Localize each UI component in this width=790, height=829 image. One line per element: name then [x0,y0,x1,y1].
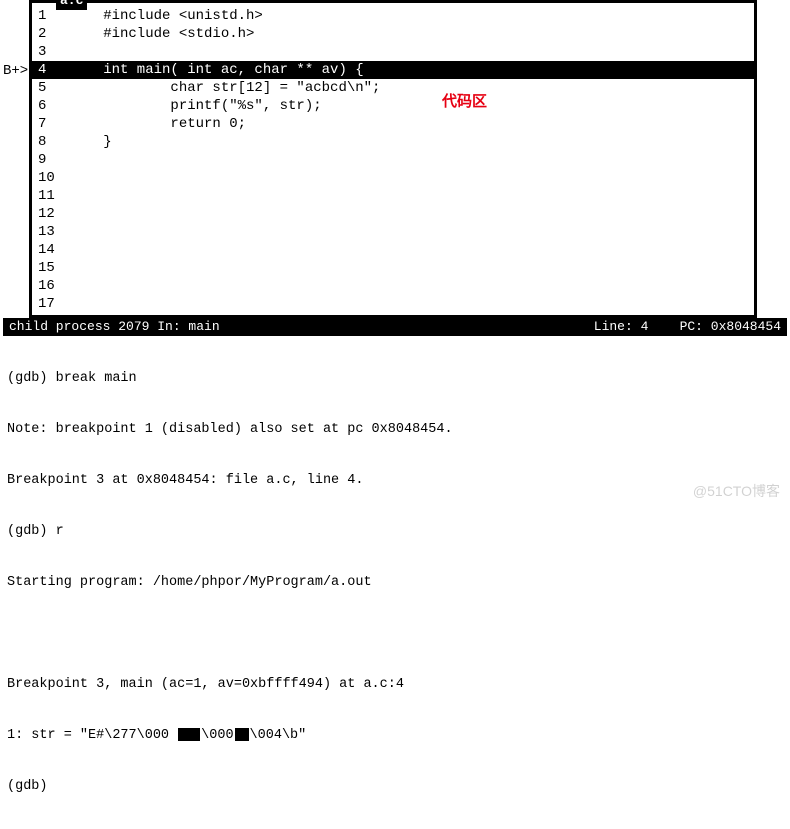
gdb-console[interactable]: (gdb) break main Note: breakpoint 1 (dis… [3,336,787,829]
console-line: (gdb) r [7,523,783,540]
annotation-code-area: 代码区 [442,93,487,111]
code-line: 16 [32,277,754,295]
console-line: 1: str = "E#\277\000 \000\004\b" [7,727,783,744]
console-line: Breakpoint 3, main (ac=1, av=0xbffff494)… [7,676,783,693]
source-code-pane: a.c 1 #include <unistd.h> 2 #include <st… [29,0,757,318]
console-line: (gdb) break main [7,370,783,387]
status-bar: child process 2079 In: main Line: 4 PC: … [3,318,787,336]
code-line: 9 [32,151,754,169]
code-line: 3 [32,43,754,61]
watermark: @51CTO博客 [693,482,780,500]
code-line-current: 4 int main( int ac, char ** av) { [32,61,754,79]
code-line: 11 [32,187,754,205]
code-line: 6 printf("%s", str); [32,97,754,115]
source-filename: a.c [56,0,87,10]
status-process: child process 2079 In: main [9,318,594,336]
console-line: Starting program: /home/phpor/MyProgram/… [7,574,783,591]
code-line: 7 return 0; [32,115,754,133]
console-prompt[interactable]: (gdb) [7,778,783,795]
code-line: 15 [32,259,754,277]
status-position: Line: 4 PC: 0x8048454 [594,318,781,336]
code-line: 2 #include <stdio.h> [32,25,754,43]
block-icon [178,728,200,741]
code-area[interactable]: 1 #include <unistd.h> 2 #include <stdio.… [32,3,754,315]
console-line [7,625,783,642]
code-line: 14 [32,241,754,259]
code-line: 10 [32,169,754,187]
code-line: 13 [32,223,754,241]
breakpoint-marker: B+> [3,62,28,80]
console-line: Note: breakpoint 1 (disabled) also set a… [7,421,783,438]
code-line: 8 } [32,133,754,151]
console-line: Breakpoint 3 at 0x8048454: file a.c, lin… [7,472,783,489]
block-icon [235,728,249,741]
code-line: 1 #include <unistd.h> [32,7,754,25]
code-line: 17 [32,295,754,313]
code-line: 12 [32,205,754,223]
code-line: 5 char str[12] = "acbcd\n"; [32,79,754,97]
